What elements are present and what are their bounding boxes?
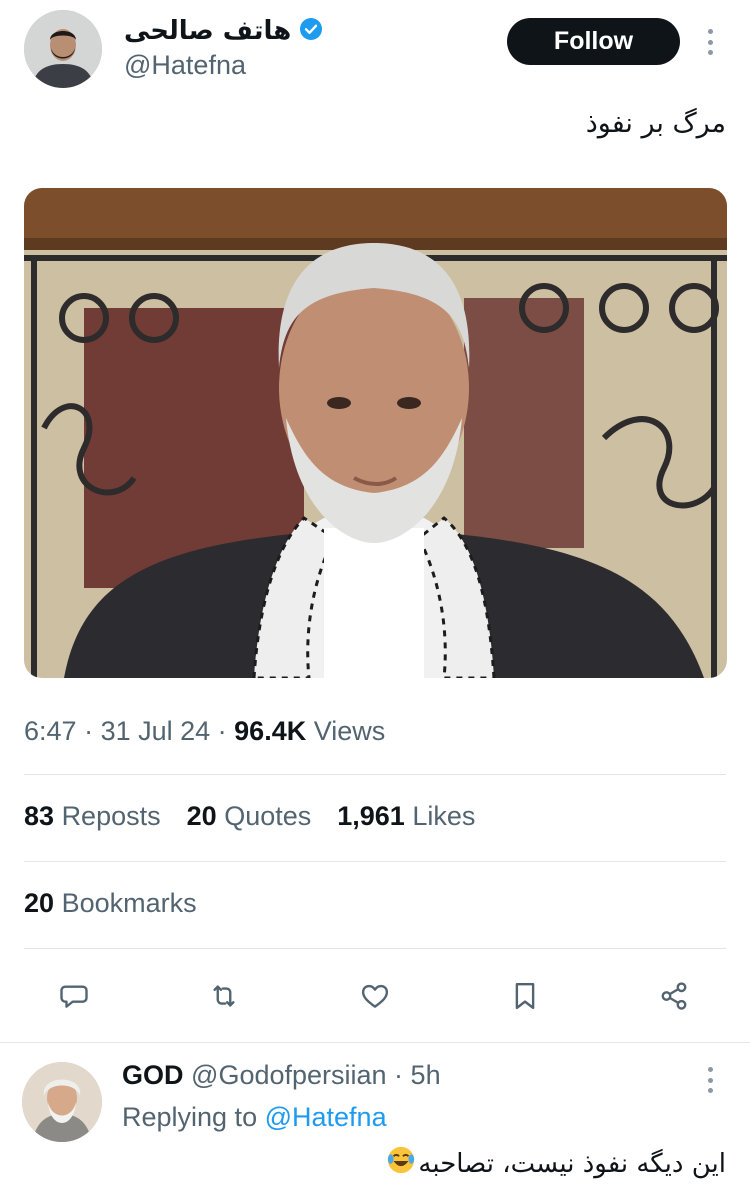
reply-age[interactable]: 5h: [411, 1060, 441, 1090]
bookmark-icon[interactable]: [503, 974, 547, 1018]
follow-button[interactable]: Follow: [507, 18, 680, 65]
views-count: 96.4K: [234, 716, 307, 746]
face-with-tears-of-joy-icon: [386, 1145, 416, 1182]
quotes-label: Quotes: [224, 801, 312, 831]
engagement-stats: 83 Reposts 20 Quotes 1,961 Likes: [24, 801, 475, 832]
reply-divider: [0, 1042, 750, 1043]
repost-icon[interactable]: [202, 974, 246, 1018]
author-display-name[interactable]: هاتف صالحی: [124, 16, 291, 46]
like-icon[interactable]: [353, 974, 397, 1018]
reposts-stat[interactable]: 83 Reposts: [24, 801, 161, 832]
tweet-meta: 6:47 · 31 Jul 24 · 96.4K Views: [24, 716, 386, 746]
likes-count: 1,961: [337, 801, 405, 831]
reply-avatar[interactable]: [22, 1062, 102, 1142]
reposts-label: Reposts: [61, 801, 161, 831]
bookmarks-label: Bookmarks: [61, 888, 197, 918]
reply-header: GOD @Godofpersiian · 5h: [122, 1060, 441, 1090]
reposts-count: 83: [24, 801, 55, 831]
likes-label: Likes: [412, 801, 476, 831]
bookmarks-stat[interactable]: 20 Bookmarks: [24, 888, 197, 919]
tweet-text: مرگ بر نفوذ: [585, 108, 726, 139]
divider: [24, 948, 726, 949]
views-label: Views: [313, 716, 386, 746]
more-options-icon[interactable]: [700, 26, 720, 58]
author-avatar[interactable]: [24, 10, 102, 88]
tweet-date[interactable]: 31 Jul 24: [101, 716, 211, 746]
action-bar: [0, 974, 750, 1018]
verified-badge-icon: [299, 17, 323, 46]
likes-stat[interactable]: 1,961 Likes: [337, 801, 475, 832]
bookmarks-count: 20: [24, 888, 55, 918]
reply-more-options-icon[interactable]: [700, 1064, 720, 1096]
reply-display-name[interactable]: GOD: [122, 1060, 184, 1090]
quotes-stat[interactable]: 20 Quotes: [187, 801, 312, 832]
tweet-photo[interactable]: [24, 188, 727, 678]
reply-handle[interactable]: @Godofpersiian: [191, 1060, 387, 1090]
divider: [24, 774, 726, 775]
replying-to: Replying to @Hatefna: [122, 1102, 387, 1133]
replying-to-handle[interactable]: @Hatefna: [265, 1102, 387, 1132]
reply-text-row: این دیگه نفوذ نیست، تصاحبه: [386, 1145, 726, 1182]
reply-text: این دیگه نفوذ نیست، تصاحبه: [418, 1148, 726, 1179]
tweet-time[interactable]: 6:47: [24, 716, 77, 746]
reply-icon[interactable]: [52, 974, 96, 1018]
replying-label: Replying to: [122, 1102, 258, 1132]
divider: [24, 861, 726, 862]
author-handle[interactable]: @Hatefna: [124, 50, 246, 81]
quotes-count: 20: [186, 801, 217, 831]
share-icon[interactable]: [652, 974, 696, 1018]
